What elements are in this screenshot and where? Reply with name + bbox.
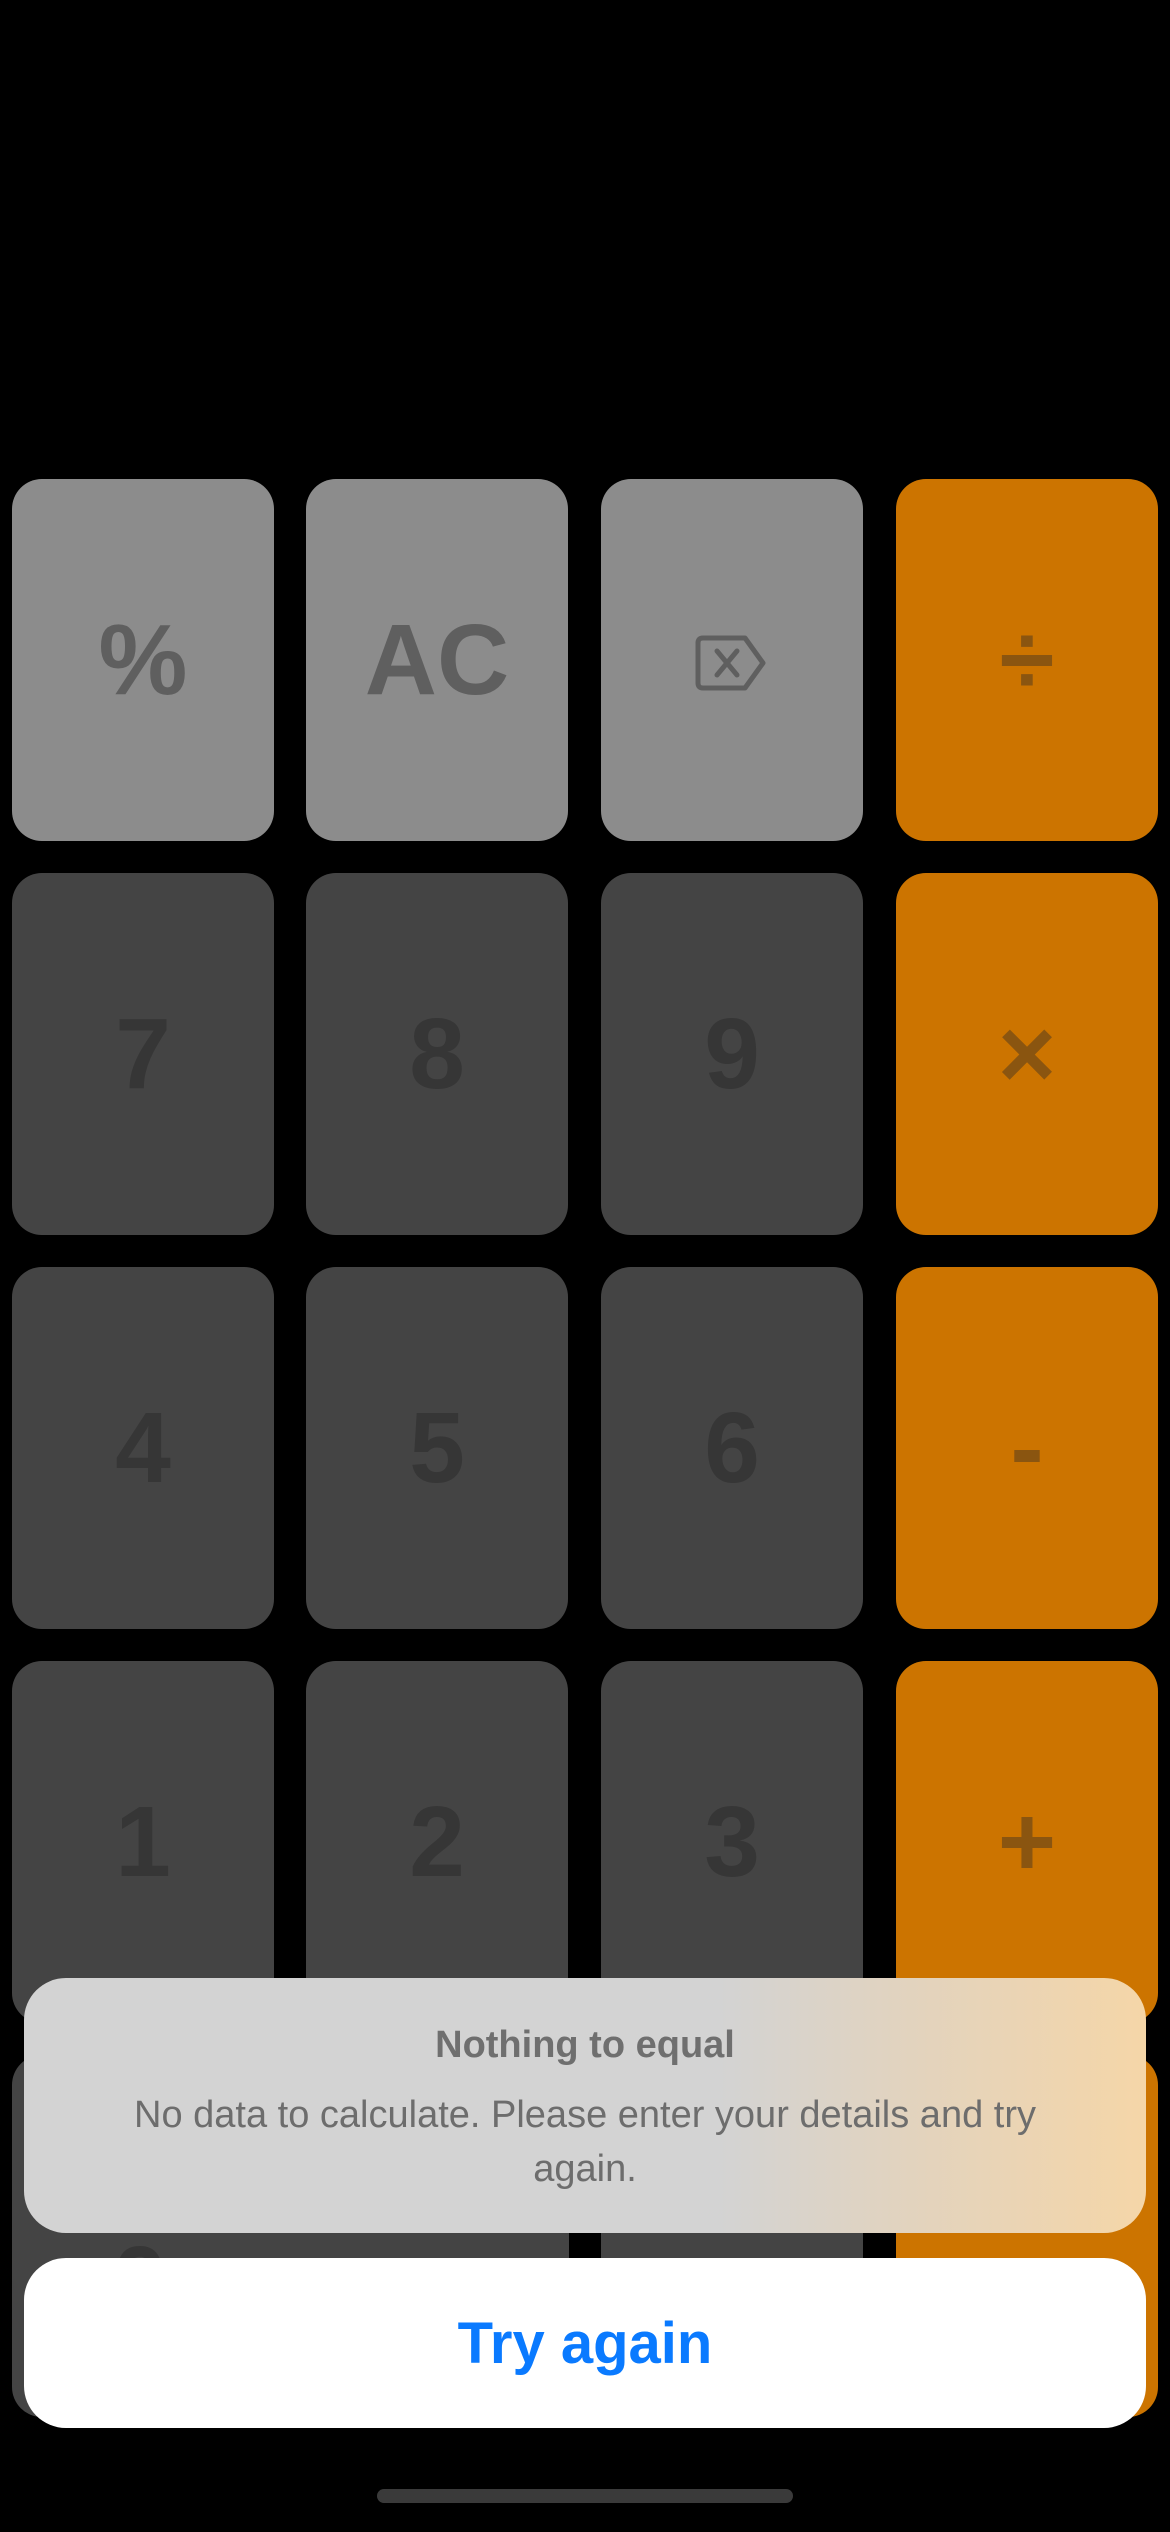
alert-message: No data to calculate. Please enter your …: [134, 2094, 1036, 2190]
try-again-button[interactable]: Try again: [24, 2258, 1146, 2428]
alert-title: Nothing to equal: [435, 2024, 735, 2066]
home-indicator[interactable]: [377, 2489, 793, 2503]
alert-dialog: Nothing to equal No data to calculate. P…: [24, 1978, 1146, 2233]
